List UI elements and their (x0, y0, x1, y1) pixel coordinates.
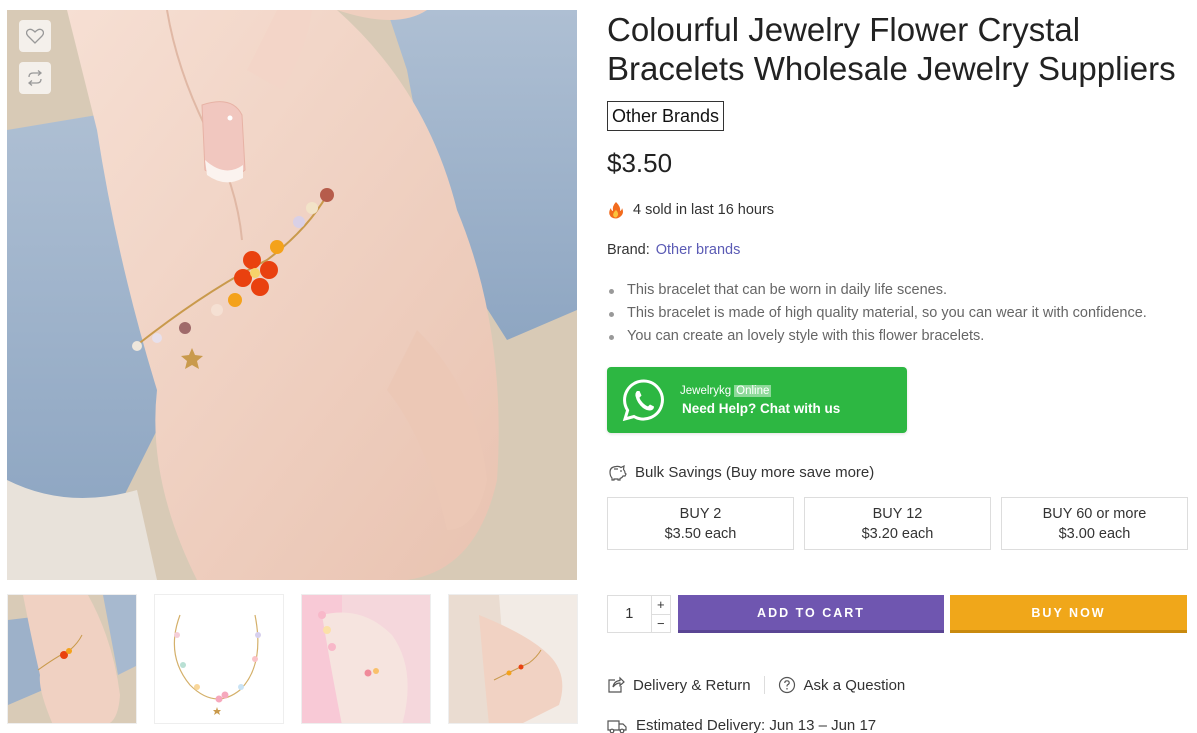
thumbnail-4[interactable] (448, 594, 578, 724)
buy-now-button[interactable]: BUY NOW (950, 595, 1187, 633)
info-links: Delivery & Return Ask a Question (607, 676, 905, 694)
online-status-badge: Online (734, 384, 772, 397)
add-to-cart-button[interactable]: ADD TO CART (678, 595, 944, 633)
tier-price: $3.00 each (1058, 525, 1131, 542)
question-circle-icon (778, 676, 795, 694)
sold-counter: 4 sold in last 16 hours (607, 201, 774, 219)
quantity-increase-button[interactable]: + (652, 596, 670, 614)
divider (763, 676, 765, 694)
piggy-bank-icon (609, 464, 627, 481)
tier-quantity: BUY 12 (872, 505, 923, 522)
bulk-tier-options: BUY 2 $3.50 each BUY 12 $3.20 each BUY 6… (607, 497, 1188, 550)
delivery-return-link[interactable]: Delivery & Return (607, 676, 751, 694)
bulk-tier-option[interactable]: BUY 60 or more $3.00 each (1001, 497, 1188, 550)
compare-button[interactable] (19, 62, 51, 94)
fire-icon (609, 202, 623, 219)
compare-icon (27, 70, 43, 86)
feature-item: You can create an lovely style with this… (607, 325, 1147, 348)
quantity-stepper: 1 + − (607, 595, 671, 633)
heart-icon (26, 28, 44, 44)
bulk-savings-heading: Bulk Savings (Buy more save more) (607, 463, 874, 481)
feature-item: This bracelet that can be worn in daily … (607, 279, 1147, 302)
thumbnail-strip (7, 594, 578, 724)
product-price: $3.50 (607, 148, 673, 178)
brand-badge[interactable]: Other Brands (607, 101, 725, 131)
bulk-savings-text: Bulk Savings (Buy more save more) (635, 463, 875, 481)
quantity-input[interactable]: 1 (608, 596, 651, 632)
estimated-delivery-text: Estimated Delivery: Jun 13 – Jun 17 (636, 717, 877, 733)
delivery-truck-icon (607, 719, 627, 733)
ask-question-label: Ask a Question (803, 676, 906, 694)
share-box-icon (608, 676, 625, 693)
tier-quantity: BUY 60 or more (1042, 505, 1147, 522)
product-title: Colourful Jewelry Flower Crystal Bracele… (607, 11, 1176, 87)
tier-quantity: BUY 2 (679, 505, 722, 522)
delivery-return-label: Delivery & Return (633, 676, 751, 694)
main-product-image[interactable] (7, 10, 577, 580)
brand-label: Brand: (607, 242, 650, 258)
tier-price: $3.20 each (861, 525, 934, 542)
thumbnail-3[interactable] (301, 594, 431, 724)
whatsapp-icon (622, 379, 664, 422)
wishlist-button[interactable] (19, 20, 51, 52)
quantity-decrease-button[interactable]: − (651, 613, 670, 633)
brand-link[interactable]: Other brands (656, 242, 741, 258)
ask-question-link[interactable]: Ask a Question (778, 676, 906, 694)
bracelet-on-wrist-photo (7, 10, 577, 580)
feature-list: This bracelet that can be worn in daily … (607, 279, 1147, 348)
thumbnail-1[interactable] (7, 594, 137, 724)
feature-item: This bracelet is made of high quality ma… (607, 302, 1147, 325)
bulk-tier-option[interactable]: BUY 12 $3.20 each (804, 497, 991, 550)
whatsapp-chat-button[interactable]: Jewelrykg Online Need Help? Chat with us (607, 367, 907, 433)
bulk-tier-option[interactable]: BUY 2 $3.50 each (607, 497, 794, 550)
tier-price: $3.50 each (664, 525, 737, 542)
sold-text: 4 sold in last 16 hours (633, 202, 775, 218)
whatsapp-cta: Need Help? Chat with us (682, 400, 841, 416)
thumbnail-2[interactable] (154, 594, 284, 724)
estimated-delivery: Estimated Delivery: Jun 13 – Jun 17 (607, 717, 876, 733)
brand-line: Brand: Other brands (607, 242, 740, 258)
whatsapp-agent: Jewelrykg (680, 384, 732, 397)
